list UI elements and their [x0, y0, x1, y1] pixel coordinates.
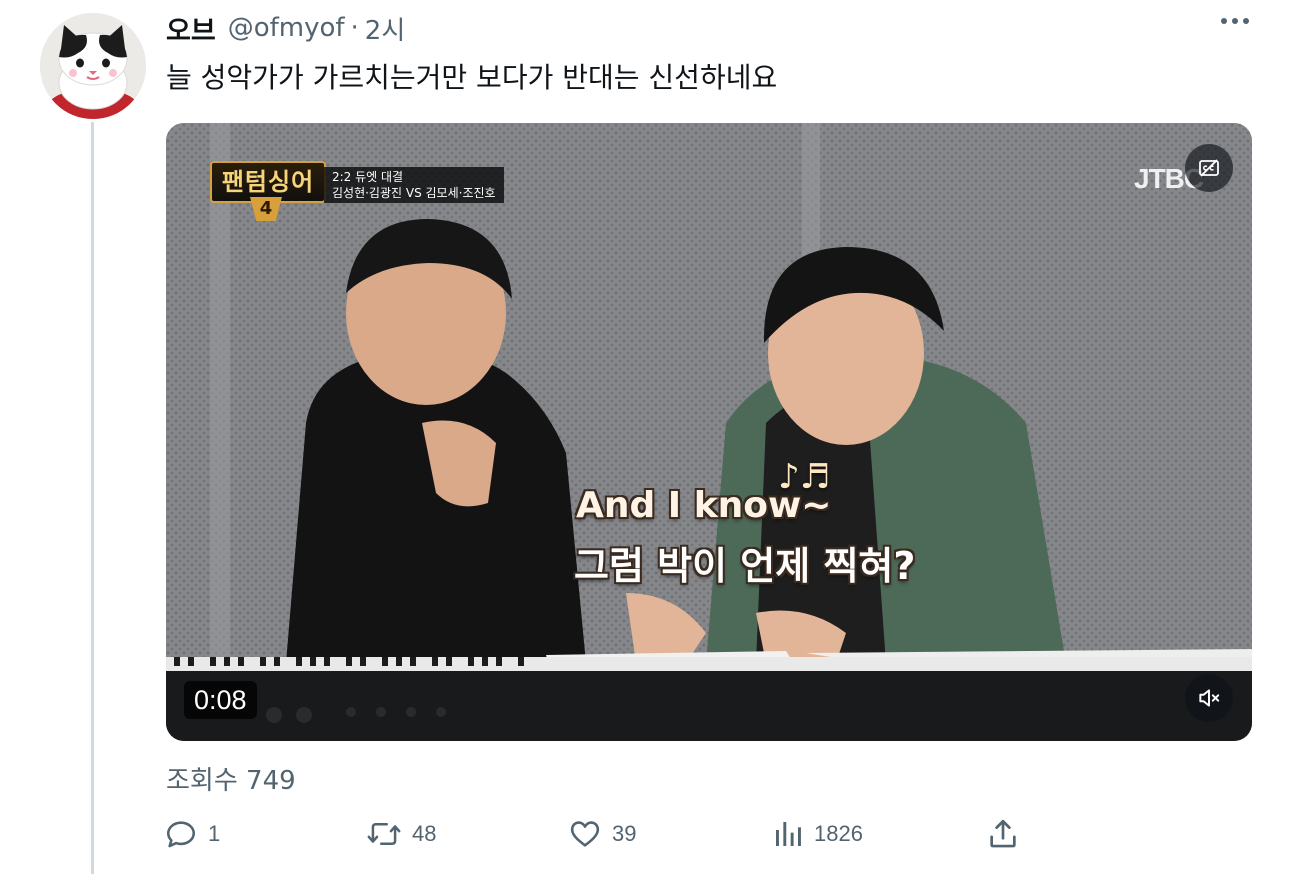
- show-season-number: 4: [250, 197, 282, 221]
- reply-button[interactable]: 1: [164, 812, 220, 856]
- more-dot: [1232, 18, 1238, 24]
- video-timestamp: 0:08: [184, 681, 257, 719]
- more-dot: [1243, 18, 1249, 24]
- meta-separator: ·: [350, 13, 359, 43]
- subtitle-line-2: 그럼 박이 언제 찍혀?: [574, 544, 916, 588]
- captions-glyph: [1199, 159, 1219, 177]
- matchup-label: 김성현·김광진 VS 김모세·조진호: [332, 186, 496, 200]
- share-icon: [990, 819, 1016, 848]
- reply-count: 1: [208, 821, 221, 846]
- reply-icon: [166, 821, 196, 848]
- share-button[interactable]: [986, 812, 1020, 856]
- round-label: 2:2 듀엣 대결: [332, 170, 404, 184]
- like-count: 39: [612, 821, 637, 846]
- analytics-count: 1826: [814, 821, 863, 846]
- thread-connector-line: [91, 122, 94, 874]
- cat-avatar-image: [40, 13, 146, 119]
- tweet-timestamp[interactable]: 2시: [365, 10, 405, 47]
- mute-icon[interactable]: [1185, 674, 1233, 722]
- more-dot: [1221, 18, 1227, 24]
- views-label: 조회수: [166, 766, 238, 796]
- subtitle-line-1: And I know~: [576, 485, 832, 526]
- author-handle[interactable]: @ofmyof: [228, 13, 345, 43]
- retweet-icon: [367, 823, 401, 845]
- like-button[interactable]: 39: [568, 812, 636, 856]
- tweet-header: 오브 @ofmyof · 2시: [166, 9, 406, 48]
- views-count: 749: [246, 766, 296, 796]
- avatar[interactable]: [40, 13, 146, 119]
- show-title-box: 팬텀싱어: [210, 161, 326, 203]
- mute-glyph: [1199, 689, 1220, 707]
- show-title: 팬텀싱어: [221, 168, 315, 196]
- video-player[interactable]: 팬텀싱어 4 2:2 듀엣 대결 김성현·김광진 VS 김모세·조진호 JTBC…: [166, 123, 1252, 741]
- views-line: 조회수 749: [166, 760, 296, 797]
- captions-icon[interactable]: [1185, 144, 1233, 192]
- retweet-count: 48: [412, 821, 437, 846]
- more-icon[interactable]: [1221, 18, 1249, 24]
- show-round-info: 2:2 듀엣 대결 김성현·김광진 VS 김모세·조진호: [324, 167, 504, 203]
- analytics-button[interactable]: 1826: [772, 812, 863, 856]
- tweet-text: 늘 성악가가 가르치는거만 보다가 반대는 신선하네요: [166, 61, 778, 94]
- author-display-name[interactable]: 오브: [166, 9, 216, 48]
- analytics-icon: [776, 822, 801, 846]
- author-meta: @ofmyof · 2시: [228, 10, 406, 47]
- retweet-button[interactable]: 48: [366, 812, 436, 856]
- show-logo: 팬텀싱어 4 2:2 듀엣 대결 김성현·김광진 VS 김모세·조진호: [210, 159, 506, 221]
- heart-icon: [570, 821, 600, 847]
